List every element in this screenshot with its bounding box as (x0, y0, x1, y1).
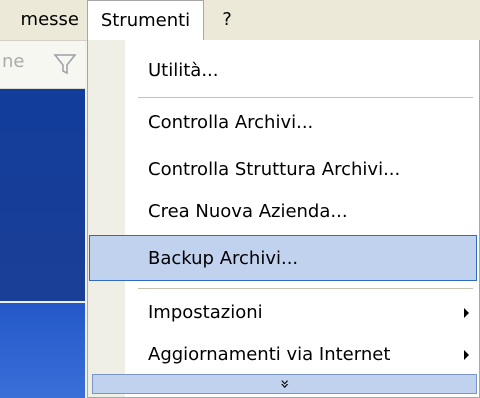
menu-icon-strip (88, 40, 125, 397)
menu-item-impostazioni[interactable]: Impostazioni (126, 290, 475, 336)
menu-item-label: Aggiornamenti via Internet (148, 344, 391, 365)
menu-item-controlla-archivi[interactable]: Controlla Archivi... (126, 100, 475, 146)
double-chevron-down-icon: » (275, 379, 295, 389)
menu-item-label: Controlla Struttura Archivi... (148, 159, 401, 180)
left-blue-panel-lower (0, 303, 85, 398)
menu-item-controlla-struttura[interactable]: Controlla Struttura Archivi... (126, 147, 475, 193)
submenu-arrow-icon (464, 350, 469, 360)
left-toolbar: ne (0, 41, 85, 89)
funnel-icon[interactable] (52, 51, 78, 77)
menu-help[interactable]: ? (214, 0, 240, 40)
menu-separator (138, 97, 473, 98)
menu-item-label: Impostazioni (148, 302, 263, 323)
menu-item-label: Utilità... (148, 60, 219, 81)
menu-item-label: Controlla Archivi... (148, 112, 314, 133)
menu-item-crea-azienda[interactable]: Crea Nuova Azienda... (126, 189, 475, 235)
menu-separator (138, 288, 473, 289)
toolbar-text-partial: ne (2, 51, 25, 72)
menu-item-utilita[interactable]: Utilità... (126, 48, 475, 94)
menu-file-partial[interactable]: messe (0, 0, 85, 40)
menu-item-label: Backup Archivi... (148, 248, 299, 269)
menu-item-backup-archivi[interactable]: Backup Archivi... (89, 235, 477, 281)
left-blue-panel (0, 89, 85, 301)
menubar: messe Strumenti ? (0, 0, 480, 41)
strumenti-dropdown: Utilità... Controlla Archivi... Controll… (87, 40, 480, 398)
menu-strumenti[interactable]: Strumenti (87, 0, 204, 41)
submenu-arrow-icon (464, 308, 469, 318)
menu-item-label: Crea Nuova Azienda... (148, 201, 348, 222)
expand-menu-button[interactable]: » (92, 374, 477, 394)
menu-item-aggiornamenti[interactable]: Aggiornamenti via Internet (126, 332, 475, 378)
